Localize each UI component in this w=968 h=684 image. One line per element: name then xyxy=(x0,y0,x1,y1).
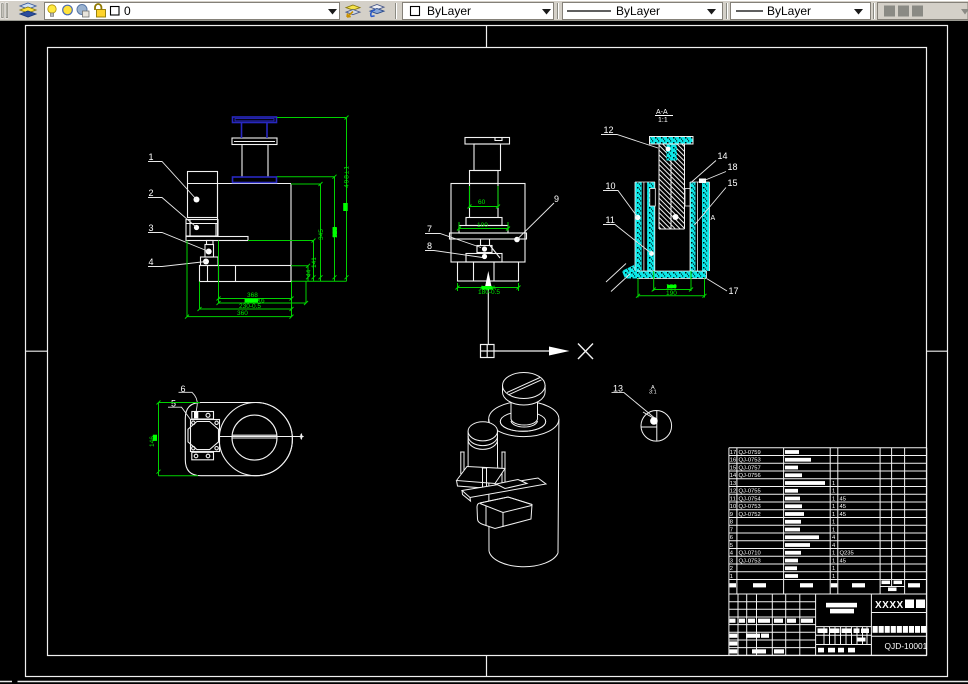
svg-text:17: 17 xyxy=(729,286,739,296)
svg-text:1:1: 1:1 xyxy=(658,117,668,124)
svg-text:ByLayer: ByLayer xyxy=(616,4,660,18)
svg-text:11: 11 xyxy=(606,215,615,225)
svg-text:16: 16 xyxy=(730,458,736,464)
svg-text:44: 44 xyxy=(306,269,313,277)
svg-text:345: 345 xyxy=(318,229,325,240)
svg-text:QJ-0754: QJ-0754 xyxy=(739,496,762,502)
svg-text:A: A xyxy=(492,286,496,292)
svg-text:A-A: A-A xyxy=(656,109,668,116)
svg-text:45: 45 xyxy=(840,558,846,564)
svg-text:7: 7 xyxy=(730,527,733,533)
svg-text:1: 1 xyxy=(832,489,835,495)
svg-text:6: 6 xyxy=(730,535,733,541)
svg-text:9: 9 xyxy=(554,194,559,204)
svg-text:1: 1 xyxy=(832,504,835,510)
svg-text:14: 14 xyxy=(730,473,737,479)
svg-text:11: 11 xyxy=(730,496,736,502)
svg-text:5: 5 xyxy=(730,543,733,549)
svg-text:QJ-0755: QJ-0755 xyxy=(739,489,761,495)
svg-text:17: 17 xyxy=(730,450,736,456)
svg-text:15: 15 xyxy=(730,465,736,471)
svg-text:0: 0 xyxy=(124,4,131,18)
svg-text:60: 60 xyxy=(478,199,486,206)
svg-text:QJ-0710: QJ-0710 xyxy=(739,551,761,557)
svg-text:100: 100 xyxy=(477,222,488,229)
svg-text:8: 8 xyxy=(427,241,432,251)
svg-text:10: 10 xyxy=(606,181,616,191)
svg-text:A: A xyxy=(711,215,716,222)
svg-text:QJ-0753: QJ-0753 xyxy=(739,458,761,464)
svg-text:498±1: 498±1 xyxy=(344,166,351,188)
svg-text:13: 13 xyxy=(730,481,736,487)
svg-text:QJ-0753: QJ-0753 xyxy=(739,504,761,510)
svg-text:7: 7 xyxy=(427,224,432,234)
svg-text:ByLayer: ByLayer xyxy=(767,4,811,18)
svg-text:18: 18 xyxy=(728,162,738,172)
svg-text:1: 1 xyxy=(832,481,835,487)
svg-text:ByLayer: ByLayer xyxy=(427,4,471,18)
svg-text:1: 1 xyxy=(832,574,835,580)
svg-text:45: 45 xyxy=(840,512,846,518)
svg-text:1: 1 xyxy=(730,574,733,580)
svg-text:Q235: Q235 xyxy=(840,551,854,557)
svg-text:QJD-10001: QJD-10001 xyxy=(885,641,928,651)
svg-text:230-0.5: 230-0.5 xyxy=(239,303,261,310)
svg-text:10: 10 xyxy=(730,504,736,510)
svg-text:QJ-0756: QJ-0756 xyxy=(739,473,761,479)
svg-text:1: 1 xyxy=(832,551,835,557)
svg-text:12: 12 xyxy=(604,125,614,135)
svg-text:XXXX: XXXX xyxy=(875,600,904,611)
svg-text:45: 45 xyxy=(840,496,846,502)
svg-text:190: 190 xyxy=(666,290,677,297)
svg-text:2: 2 xyxy=(730,566,733,572)
svg-text:141: 141 xyxy=(311,257,318,268)
svg-text:4: 4 xyxy=(149,257,154,267)
svg-text:13: 13 xyxy=(613,384,623,394)
svg-text:8: 8 xyxy=(730,520,733,526)
svg-text:14: 14 xyxy=(718,151,728,161)
svg-text:1: 1 xyxy=(832,512,835,518)
svg-text:1: 1 xyxy=(832,558,835,564)
svg-text:2: 2 xyxy=(149,188,154,198)
svg-text:QJ-0753: QJ-0753 xyxy=(739,558,761,564)
svg-text:3: 3 xyxy=(730,558,733,564)
svg-text:3:1: 3:1 xyxy=(649,390,657,396)
svg-text:15: 15 xyxy=(728,178,738,188)
svg-text:12: 12 xyxy=(730,489,736,495)
svg-text:QJ-0752: QJ-0752 xyxy=(739,512,761,518)
svg-text:QJ-0757: QJ-0757 xyxy=(739,465,761,471)
svg-text:1: 1 xyxy=(832,527,835,533)
svg-text:3: 3 xyxy=(149,223,154,233)
svg-text:1: 1 xyxy=(832,496,835,502)
svg-text:QJ-0759: QJ-0759 xyxy=(739,450,761,456)
svg-text:1: 1 xyxy=(149,152,154,162)
svg-text:1: 1 xyxy=(832,566,835,572)
svg-text:9: 9 xyxy=(730,512,733,518)
svg-text:360: 360 xyxy=(237,310,248,317)
svg-text:45: 45 xyxy=(840,504,846,510)
svg-text:1: 1 xyxy=(832,520,835,526)
